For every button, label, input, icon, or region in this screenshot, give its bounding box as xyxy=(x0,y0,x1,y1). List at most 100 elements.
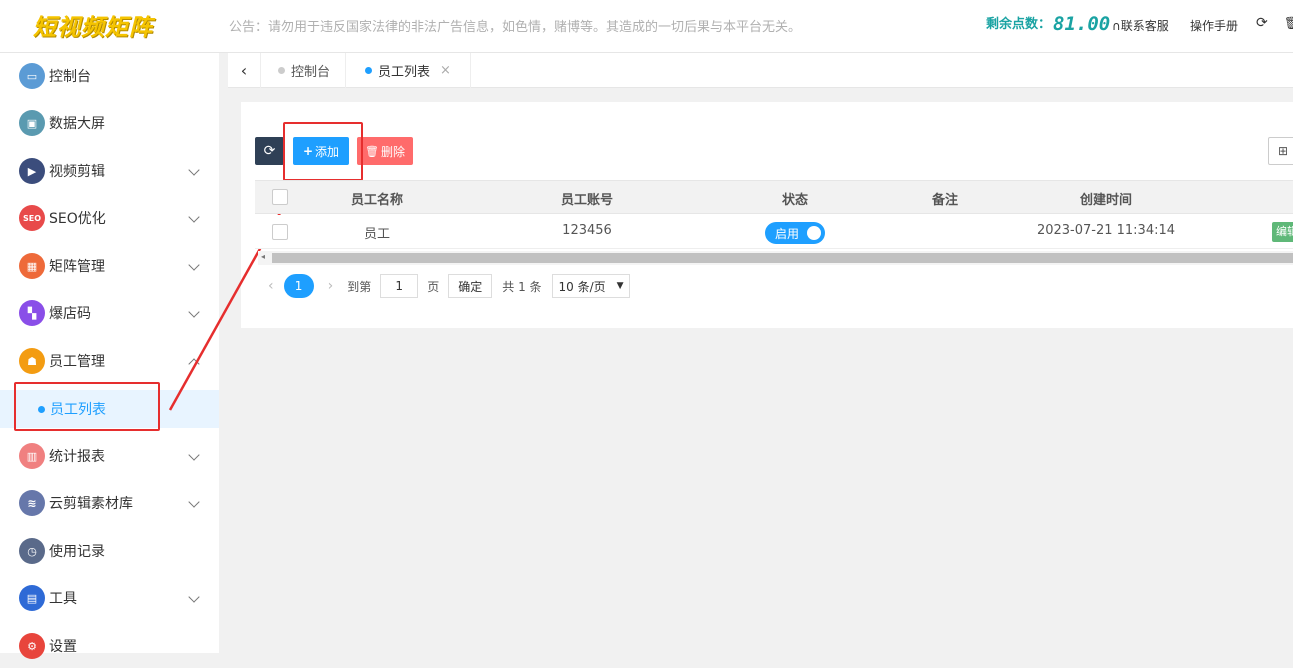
cell-account: 123456 xyxy=(562,223,612,238)
sidebar-item-qr[interactable]: ▚ 爆店码 xyxy=(0,291,219,335)
col-header-created: 创建时间 xyxy=(1079,193,1132,208)
sidebar-item-label: 工具 xyxy=(49,591,77,607)
sidebar-item-video-edit[interactable]: ▶ 视频剪辑 xyxy=(0,149,219,193)
sidebar-item-label: 控制台 xyxy=(49,69,91,85)
cell-created: 2023-07-21 11:34:14 xyxy=(1036,223,1176,238)
chevron-up-icon xyxy=(188,358,200,370)
headset-icon: ∩ xyxy=(1112,19,1121,33)
prev-page-icon[interactable]: ‹ xyxy=(268,278,274,294)
seo-icon: SEO xyxy=(19,205,45,231)
sidebar-item-label: 员工管理 xyxy=(49,354,105,370)
status-label: 启用 xyxy=(775,226,800,241)
layers-icon: ≋ xyxy=(19,490,45,516)
confirm-button[interactable]: 确定 xyxy=(448,274,493,298)
page-size-value: 10 条/页 xyxy=(558,279,606,294)
page-1-button[interactable]: 1 xyxy=(283,274,314,298)
chart-icon: ▥ xyxy=(19,443,45,469)
tab-label: 控制台 xyxy=(291,65,331,80)
tab-bar: ‹ 控制台 员工列表 × xyxy=(228,53,1293,88)
clock-icon: ◷ xyxy=(19,538,45,564)
sidebar-item-tools[interactable]: ▤ 工具 xyxy=(0,576,219,620)
chevron-down-icon xyxy=(188,449,200,461)
page-unit-label: 页 xyxy=(427,279,440,294)
toolbox-icon: ▤ xyxy=(19,585,45,611)
delete-label: 删除 xyxy=(380,144,405,159)
refresh-icon: ⟳ xyxy=(263,143,276,159)
edit-button[interactable]: 编辑 xyxy=(1272,222,1293,242)
badge-icon: ☗ xyxy=(19,348,45,374)
status-toggle[interactable]: 启用 xyxy=(765,222,825,244)
total-count: 共 1 条 xyxy=(502,279,542,294)
toggle-knob xyxy=(807,226,821,240)
matrix-icon: ▦ xyxy=(19,253,45,279)
sidebar-item-reports[interactable]: ▥ 统计报表 xyxy=(0,434,219,478)
chevron-down-icon xyxy=(188,306,200,318)
sidebar-item-label: 爆店码 xyxy=(49,306,91,322)
trash-icon: 🗑 xyxy=(365,144,379,158)
screen-icon: ▣ xyxy=(19,110,45,136)
points-value: 81.00 xyxy=(1053,13,1111,35)
col-header-name: 员工名称 xyxy=(350,193,403,208)
contact-label: 联系客服 xyxy=(1120,19,1169,33)
col-header-remark: 备注 xyxy=(931,193,958,208)
sidebar-item-data-screen[interactable]: ▣ 数据大屏 xyxy=(0,101,219,145)
cell-name: 员工 xyxy=(363,227,390,242)
delete-button[interactable]: 🗑 删除 xyxy=(357,137,413,165)
tab-scroll-left-button[interactable]: ‹ xyxy=(228,53,261,88)
tab-staff-list[interactable]: 员工列表 × xyxy=(346,53,471,88)
sidebar-item-staff[interactable]: ☗ 员工管理 xyxy=(0,339,219,383)
table-header: 员工名称 员工账号 状态 备注 创建时间 xyxy=(255,180,1293,214)
sidebar-item-label: 数据大屏 xyxy=(49,116,105,132)
dropdown-arrow-icon: ▼ xyxy=(616,281,624,291)
scroll-left-icon[interactable]: ◂ xyxy=(261,252,265,261)
contact-support-link[interactable]: ∩联系客服 xyxy=(1112,17,1169,34)
app-logo: 短视频矩阵 xyxy=(33,15,153,41)
sidebar-item-label: 使用记录 xyxy=(49,544,105,560)
sidebar-item-label: 设置 xyxy=(49,639,77,655)
remaining-points: 剩余点数： 81.00 xyxy=(986,13,1110,35)
tab-label: 员工列表 xyxy=(378,65,431,80)
select-all-checkbox[interactable] xyxy=(272,189,288,205)
manual-link[interactable]: 操作手册 xyxy=(1190,17,1238,34)
tab-dashboard[interactable]: 控制台 xyxy=(261,53,346,88)
tab-dot xyxy=(278,67,285,74)
col-header-status: 状态 xyxy=(781,193,808,208)
close-icon[interactable]: × xyxy=(440,63,451,78)
qr-icon: ▚ xyxy=(19,300,45,326)
pagination: ‹ 1 › 到第 1 页 确定 共 1 条 10 条/页 ▼ xyxy=(268,274,630,298)
horizontal-scrollbar[interactable]: ◂ xyxy=(258,251,1293,265)
sidebar-item-seo[interactable]: SEO SEO优化 xyxy=(0,196,219,240)
sidebar-item-label: 统计报表 xyxy=(49,449,105,465)
sidebar-item-material-library[interactable]: ≋ 云剪辑素材库 xyxy=(0,481,219,525)
gear-icon: ⚙ xyxy=(19,633,45,659)
scrollbar-thumb[interactable] xyxy=(272,253,1293,263)
highlight-box-staff-list xyxy=(14,382,160,431)
goto-label: 到第 xyxy=(347,279,372,294)
sidebar-item-dashboard[interactable]: ▭ 控制台 xyxy=(0,54,219,98)
sidebar-item-usage-log[interactable]: ◷ 使用记录 xyxy=(0,529,219,573)
page-jump-input[interactable]: 1 xyxy=(380,274,419,298)
sidebar-item-matrix[interactable]: ▦ 矩阵管理 xyxy=(0,244,219,288)
notice-text: 公告：请勿用于违反国家法律的非法广告信息，如色情，赌博等。其造成的一切后果与本平… xyxy=(229,20,802,35)
sidebar-item-label: 矩阵管理 xyxy=(49,259,105,275)
sidebar-item-label: SEO优化 xyxy=(49,211,106,227)
page-size-select[interactable]: 10 条/页 ▼ xyxy=(551,274,630,298)
next-page-icon[interactable]: › xyxy=(328,278,334,294)
sidebar-item-settings[interactable]: ⚙ 设置 xyxy=(0,624,219,668)
sidebar-item-label: 视频剪辑 xyxy=(49,164,105,180)
row-checkbox[interactable] xyxy=(272,224,288,240)
refresh-button[interactable]: ⟳ xyxy=(255,137,284,165)
refresh-icon[interactable]: ⟳ xyxy=(1256,15,1268,31)
monitor-icon: ▭ xyxy=(19,63,45,89)
chevron-down-icon xyxy=(188,591,200,603)
trash-icon[interactable]: 🗑 xyxy=(1284,16,1293,30)
grid-icon: ⊞ xyxy=(1277,144,1289,158)
chevron-down-icon xyxy=(188,259,200,271)
video-edit-icon: ▶ xyxy=(19,158,45,184)
columns-toggle-button[interactable]: ⊞ xyxy=(1268,137,1293,165)
table-row: 员工 123456 启用 2023-07-21 11:34:14 编辑 xyxy=(255,215,1293,249)
col-header-account: 员工账号 xyxy=(560,193,613,208)
chevron-down-icon xyxy=(188,496,200,508)
chevron-down-icon xyxy=(188,211,200,223)
points-label: 剩余点数： xyxy=(986,17,1052,32)
